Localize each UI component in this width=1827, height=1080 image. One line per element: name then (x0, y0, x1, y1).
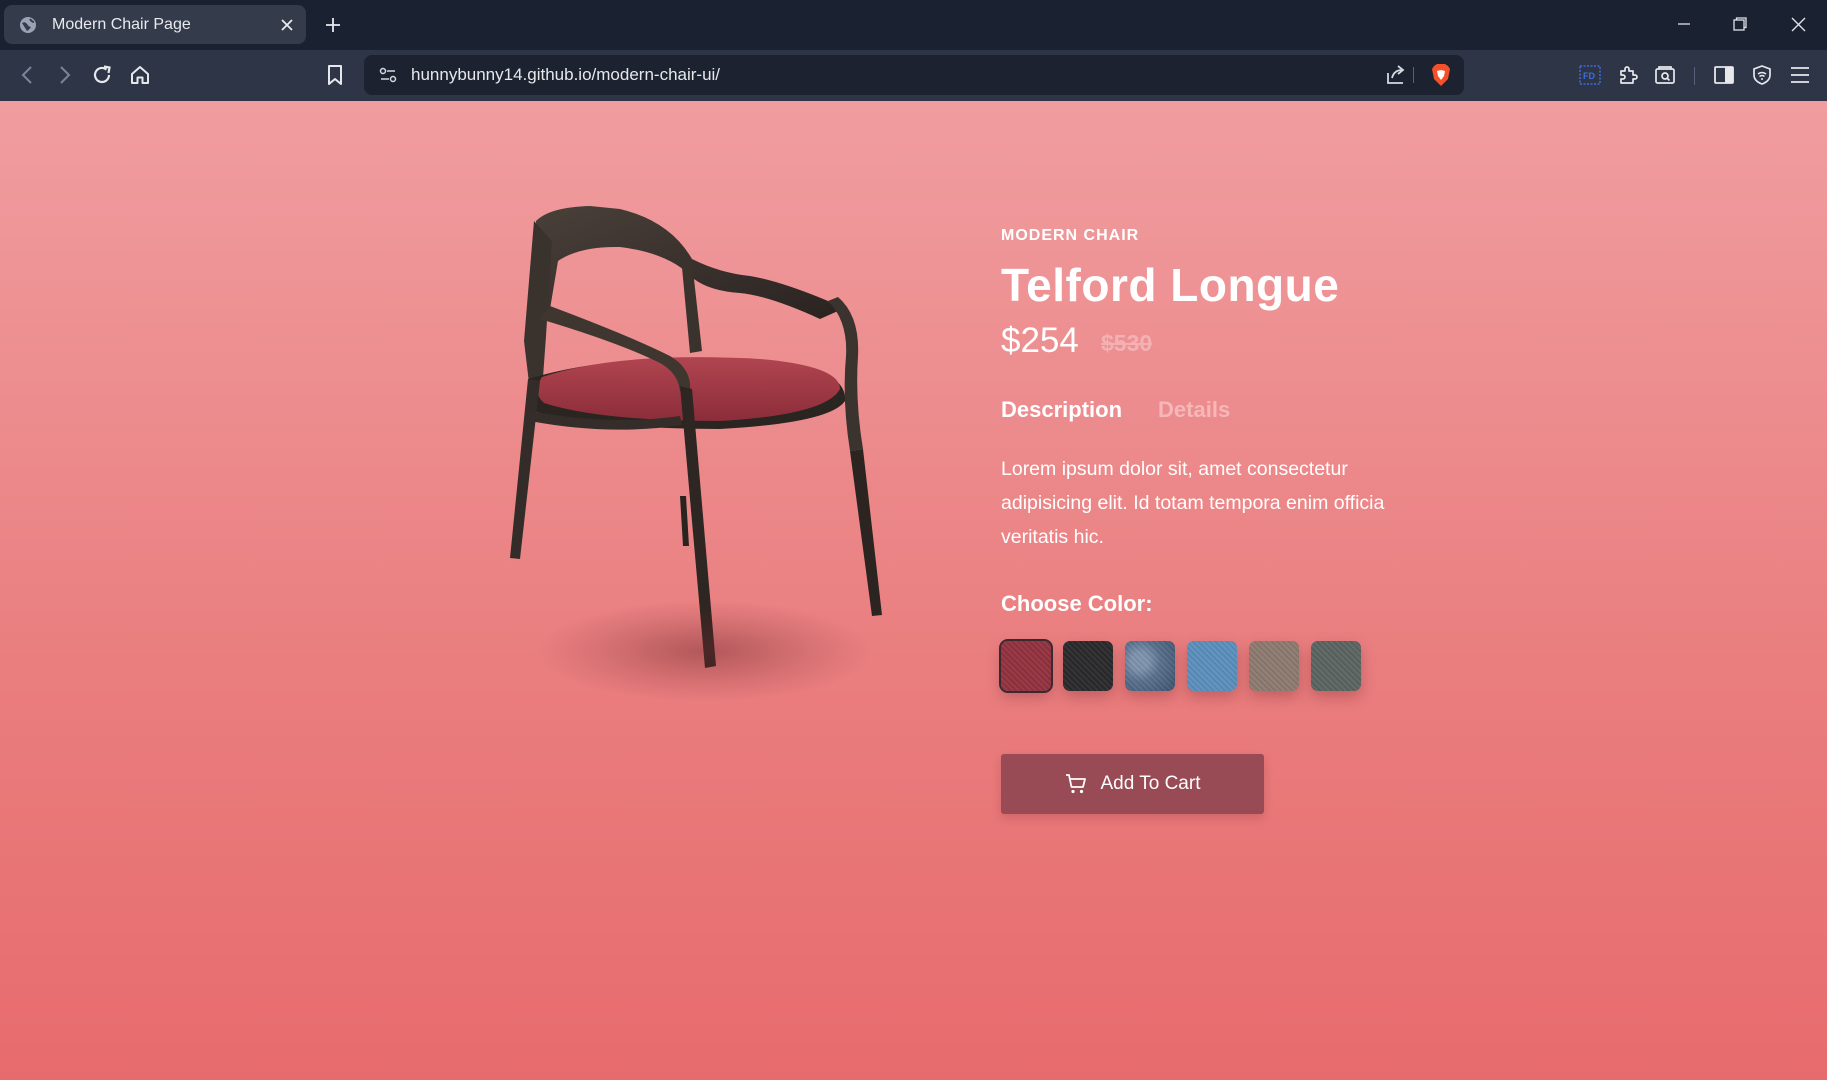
share-icon[interactable] (1380, 59, 1412, 96)
product-category: MODERN CHAIR (1001, 227, 1140, 244)
chair-shadow (540, 601, 870, 701)
extension-fd-icon[interactable]: FD (1574, 59, 1606, 91)
swatch-black[interactable] (1063, 641, 1113, 691)
web-page: MODERN CHAIR Telford Longue $254 $530 De… (0, 101, 1827, 1080)
product-old-price: $530 (1101, 330, 1153, 356)
close-tab-icon[interactable] (272, 10, 302, 40)
bookmark-icon[interactable] (319, 59, 351, 91)
swatch-gray[interactable] (1311, 641, 1361, 691)
browser-tab-strip: Modern Chair Page (0, 0, 1827, 50)
browser-tab[interactable]: Modern Chair Page (4, 5, 306, 44)
svg-text:FD: FD (1583, 71, 1595, 81)
product-price: $254 (1001, 321, 1079, 360)
product-title: Telford Longue (1001, 259, 1340, 311)
add-to-cart-button[interactable]: Add To Cart (1001, 754, 1264, 814)
swatch-red[interactable] (999, 639, 1053, 693)
swatch-denim[interactable] (1125, 641, 1175, 691)
site-settings-icon[interactable] (372, 59, 404, 96)
tab-description[interactable]: Description (1001, 397, 1122, 423)
chair-image (470, 201, 940, 741)
swatch-light-blue[interactable] (1187, 641, 1237, 691)
forward-icon[interactable] (48, 59, 80, 91)
add-to-cart-label: Add To Cart (1100, 773, 1201, 794)
restore-button[interactable] (1712, 0, 1768, 48)
tab-title: Modern Chair Page (52, 15, 191, 33)
menu-icon[interactable] (1784, 59, 1816, 91)
browser-toolbar: hunnybunny14.github.io/modern-chair-ui/ … (0, 50, 1827, 101)
product-description: Lorem ipsum dolor sit, amet consectetur … (1001, 458, 1385, 548)
vpn-shield-icon[interactable] (1746, 59, 1778, 91)
home-icon[interactable] (124, 59, 156, 91)
url-text: hunnybunny14.github.io/modern-chair-ui/ (411, 65, 721, 84)
globe-icon (18, 15, 38, 35)
color-swatches (999, 639, 1361, 693)
close-window-button[interactable] (1770, 0, 1826, 48)
divider (1413, 67, 1414, 83)
reload-icon[interactable] (86, 59, 118, 91)
minimize-button[interactable] (1656, 0, 1712, 48)
sidebar-toggle-icon[interactable] (1708, 59, 1740, 91)
back-icon[interactable] (12, 59, 44, 91)
brave-shields-icon[interactable] (1425, 59, 1457, 96)
product-tabs: Description Details (1001, 397, 1230, 423)
new-tab-button[interactable] (318, 10, 348, 40)
extensions-puzzle-icon[interactable] (1612, 59, 1644, 91)
toolbar-divider (1694, 67, 1695, 85)
screenshot-icon[interactable] (1649, 59, 1681, 91)
address-bar[interactable]: hunnybunny14.github.io/modern-chair-ui/ (364, 55, 1464, 95)
choose-color-label: Choose Color: (1001, 591, 1153, 616)
cart-icon (1065, 774, 1086, 794)
tab-details[interactable]: Details (1158, 397, 1230, 423)
swatch-taupe[interactable] (1249, 641, 1299, 691)
